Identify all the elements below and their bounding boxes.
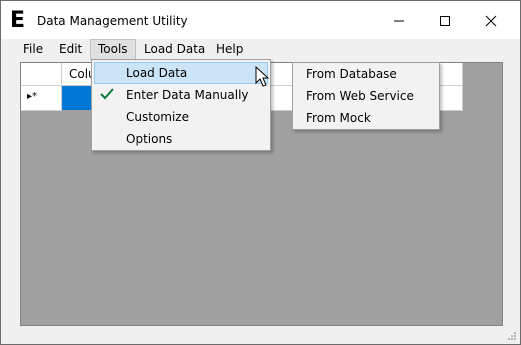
menu-help[interactable]: Help — [209, 39, 250, 59]
column-divider — [462, 63, 463, 86]
window-title: Data Management Utility — [37, 14, 188, 28]
row-divider — [462, 86, 463, 111]
menu-item-label: Load Data — [126, 66, 188, 80]
tools-dropdown-menu: Load Data Enter Data Manually Customize … — [91, 59, 271, 151]
resize-grip-icon[interactable] — [507, 331, 517, 341]
submenu-item-label: From Database — [306, 67, 397, 81]
submenu-item-from-web-service[interactable]: From Web Service — [293, 85, 439, 107]
title-bar[interactable]: E Data Management Utility — [1, 1, 520, 41]
row-header-new[interactable]: ▸* — [21, 86, 62, 111]
menu-load-data[interactable]: Load Data — [137, 39, 212, 59]
submenu-item-label: From Mock — [306, 111, 371, 125]
maximize-icon — [440, 16, 450, 26]
load-data-submenu: From Database From Web Service From Mock — [292, 62, 440, 130]
menu-file[interactable]: File — [16, 39, 50, 59]
menu-item-options[interactable]: Options — [94, 128, 268, 150]
grid-corner-header[interactable] — [21, 63, 62, 86]
minimize-icon — [394, 20, 404, 22]
app-icon: E — [10, 8, 26, 33]
menu-bar: File Edit Tools Load Data Help — [1, 39, 520, 61]
app-window: E Data Management Utility File Edit Tool… — [0, 0, 521, 345]
menu-item-label: Options — [126, 132, 173, 146]
menu-tools[interactable]: Tools — [90, 39, 136, 60]
submenu-item-from-mock[interactable]: From Mock — [293, 107, 439, 129]
close-button[interactable] — [468, 1, 514, 41]
submenu-item-label: From Web Service — [306, 89, 414, 103]
close-icon — [485, 15, 497, 27]
submenu-item-from-database[interactable]: From Database — [293, 63, 439, 85]
minimize-button[interactable] — [376, 1, 422, 41]
selected-cell[interactable] — [62, 86, 92, 110]
checkmark-icon — [100, 88, 114, 100]
menu-item-enter-data-manually[interactable]: Enter Data Manually — [94, 84, 268, 106]
mouse-cursor-icon — [255, 66, 269, 87]
menu-item-customize[interactable]: Customize — [94, 106, 268, 128]
menu-edit[interactable]: Edit — [52, 39, 89, 59]
menu-item-label: Customize — [126, 110, 189, 124]
menu-item-load-data[interactable]: Load Data — [94, 62, 268, 84]
new-row-marker-icon: ▸* — [27, 91, 38, 102]
menu-item-label: Enter Data Manually — [126, 88, 249, 102]
maximize-button[interactable] — [422, 1, 468, 41]
